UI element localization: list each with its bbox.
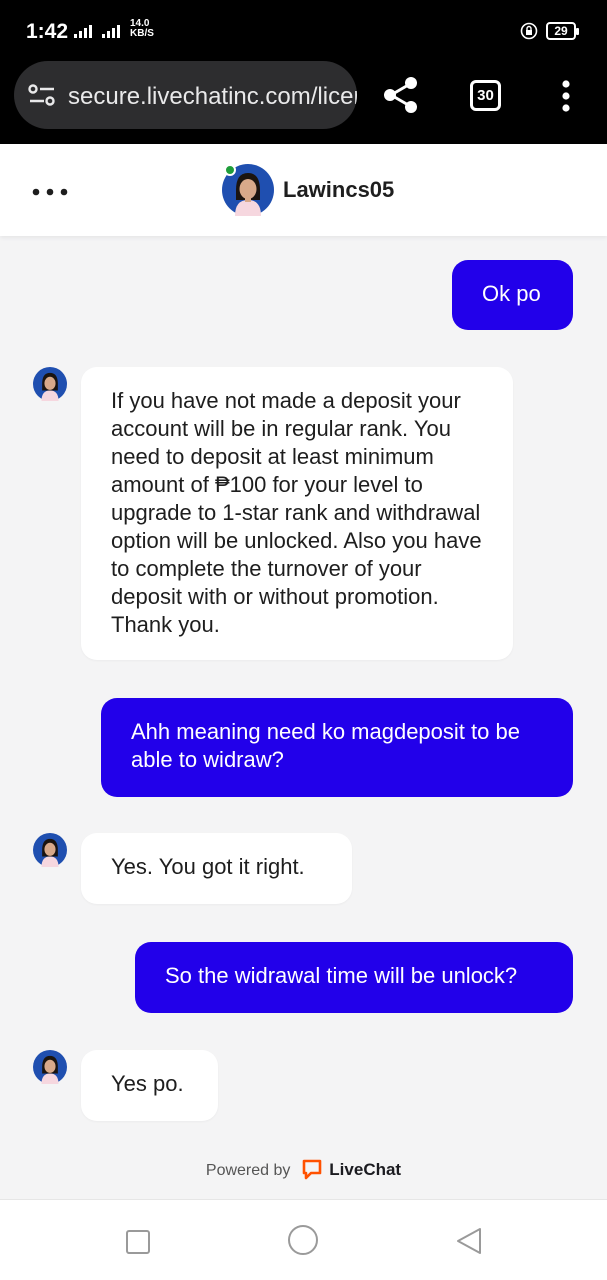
agent-avatar: [33, 1050, 67, 1084]
more-vert-icon[interactable]: [555, 80, 577, 112]
url-text[interactable]: secure.livechatinc.com/licence: [68, 83, 357, 111]
recents-icon[interactable]: [126, 1230, 150, 1254]
livechat-brand[interactable]: LiveChat: [329, 1160, 401, 1179]
agent-avatar: [33, 367, 67, 401]
signal-icon: [74, 21, 124, 42]
message-bubble-outgoing: So the widrawal time will be unlock?: [135, 942, 573, 1013]
network-speed: 14.0 KB/S: [130, 19, 154, 39]
message-text: Ok po: [482, 281, 541, 306]
agent-name: Lawincs05: [283, 177, 395, 202]
lock-rotation-icon: [520, 22, 538, 44]
agent-avatar: [33, 833, 67, 867]
home-icon[interactable]: [288, 1225, 318, 1255]
message-bubble-incoming: Yes po.: [81, 1050, 218, 1121]
back-icon[interactable]: [455, 1226, 483, 1256]
livechat-logo-icon: [301, 1158, 323, 1180]
status-time: 1:42: [26, 20, 69, 43]
message-bubble-incoming: If you have not made a deposit your acco…: [81, 367, 513, 660]
message-text: Yes. You got it right.: [111, 854, 305, 879]
message-text: So the widrawal time will be unlock?: [165, 963, 518, 988]
status-bar: 1:42 14.0 KB/S 29: [0, 0, 607, 58]
more-horiz-icon[interactable]: [32, 184, 68, 196]
chat-header: Lawincs05: [0, 144, 607, 236]
share-icon[interactable]: [382, 76, 420, 114]
message-bubble-incoming: Yes. You got it right.: [81, 833, 352, 904]
site-settings-icon[interactable]: [28, 83, 56, 107]
online-status-indicator: [224, 164, 236, 176]
message-bubble-outgoing: Ahh meaning need ko magdeposit to be abl…: [101, 698, 573, 797]
message-text: If you have not made a deposit your acco…: [111, 388, 482, 637]
message-bubble-outgoing: Ok po: [452, 260, 573, 330]
url-bar[interactable]: secure.livechatinc.com/licence: [14, 61, 357, 129]
powered-by-label: Powered by: [205, 1162, 291, 1179]
message-text: Yes po.: [111, 1071, 184, 1096]
tabs-icon[interactable]: 30: [470, 80, 501, 111]
battery-icon: 29: [546, 22, 579, 40]
speed-unit: KB/S: [130, 28, 154, 39]
powered-by-footer: Powered by LiveChat: [0, 1158, 607, 1180]
browser-toolbar: secure.livechatinc.com/licence 30: [0, 58, 607, 144]
message-text: Ahh meaning need ko magdeposit to be abl…: [131, 719, 520, 772]
system-nav-bar: [0, 1199, 607, 1280]
